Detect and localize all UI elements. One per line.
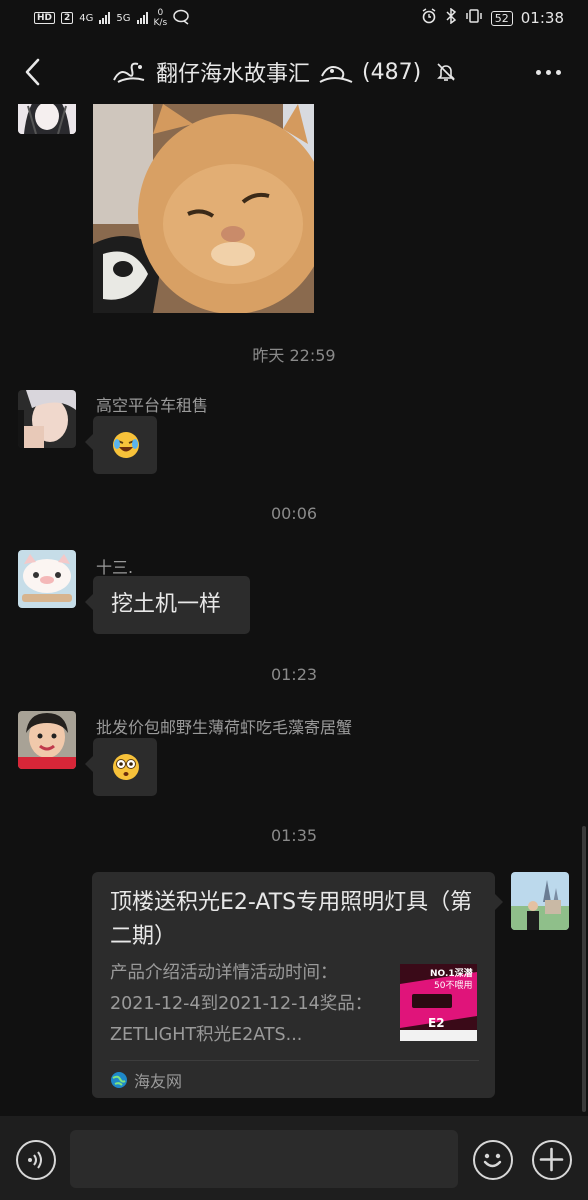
link-card-thumbnail: NO.1深潜 50不喂用 E2 [400,964,477,1041]
signal-icon-2 [136,12,148,24]
chat-title-group[interactable]: 翻仔海水故事汇 (487) [110,54,457,90]
chevron-left-icon [25,58,40,86]
more-options-button[interactable] [530,60,566,84]
signal-icon [99,12,111,24]
avatar[interactable] [18,550,76,608]
plus-icon [539,1147,564,1172]
smiley-icon [483,1153,502,1168]
chat-header: 翻仔海水故事汇 (487) [0,40,588,104]
wave-deco-icon [113,62,145,83]
cat-photo [93,104,314,313]
sender-name: 批发价包邮野生薄荷虾吃毛藻寄居蟹 [96,718,353,737]
scrollbar-thumb[interactable] [582,826,586,1112]
message-bubble[interactable] [85,416,157,474]
vibrate-icon [465,8,483,28]
more-actions-button[interactable] [532,1140,572,1180]
flushed-emoji [113,754,139,780]
timestamp: 01:23 [270,665,318,684]
alarm-icon [421,8,437,28]
message-bubble[interactable]: 挖土机一样 [85,576,250,634]
link-card-title: 顶楼送积光E2-ATS专用照明灯具（第二期） [110,890,473,949]
voice-icon [28,1151,42,1169]
status-clock: 01:38 [520,9,564,27]
timestamp: 00:06 [270,504,318,523]
net-speed-value: 0 [157,8,164,18]
link-card[interactable]: 顶楼送积光E2-ATS专用照明灯具（第二期） 产品介绍活动详情活动时间：2021… [92,872,503,1098]
status-right: 52 01:38 [421,7,564,28]
chat-messages[interactable]: 昨天 22:59 高空平台车租售 00:06 十三. 挖土机一样 01:23 批… [0,104,588,1116]
dot-icon [545,69,551,75]
image-message[interactable] [93,104,314,313]
hd-badge: HD [34,12,56,24]
status-left: HD 2 4G 5G 0 K/s [34,8,191,28]
net-speed-unit: K/s [153,18,168,28]
timestamp: 昨天 22:59 [252,346,336,365]
link-source-name: 海友网 [134,1072,183,1091]
link-card-description: 产品介绍活动详情活动时间：2021-12-4到2021-12-14奖品：ZETL… [110,963,373,1045]
my-avatar[interactable] [511,872,569,930]
network-type-1: 4G [79,12,94,24]
divider [110,1060,479,1061]
sim-badge: 2 [61,12,74,24]
message-input[interactable] [70,1130,458,1188]
chat-notify-icon [173,9,191,28]
battery-indicator: 52 [490,10,513,26]
member-count: (487) [362,59,422,85]
wave-deco-icon-2 [319,66,353,83]
bluetooth-icon [445,7,457,28]
mute-bell-icon [437,63,456,81]
sender-name: 十三. [96,558,134,577]
dot-icon [535,69,541,75]
avatar[interactable] [18,390,76,448]
chat-title: 翻仔海水故事汇 [156,62,311,87]
avatar[interactable] [18,104,76,134]
avatar[interactable] [18,711,76,769]
emoji-button[interactable] [473,1140,513,1180]
sender-name: 高空平台车租售 [96,396,209,415]
globe-icon [111,1072,127,1088]
voice-input-button[interactable] [16,1140,56,1180]
back-button[interactable] [16,52,48,92]
timestamp: 01:35 [270,826,318,845]
dot-icon [555,69,561,75]
input-bar [0,1116,588,1200]
net-speed: 0 K/s [154,8,168,28]
laughing-crying-emoji [113,432,139,458]
thumb-text-2: 50不喂用 [434,981,473,991]
network-type-2: 5G [116,12,131,24]
status-bar: HD 2 4G 5G 0 K/s 52 01:38 [0,0,588,36]
link-source: 海友网 [110,1068,182,1092]
thumb-label: E2 [428,1016,445,1030]
message-bubble[interactable] [85,738,157,796]
